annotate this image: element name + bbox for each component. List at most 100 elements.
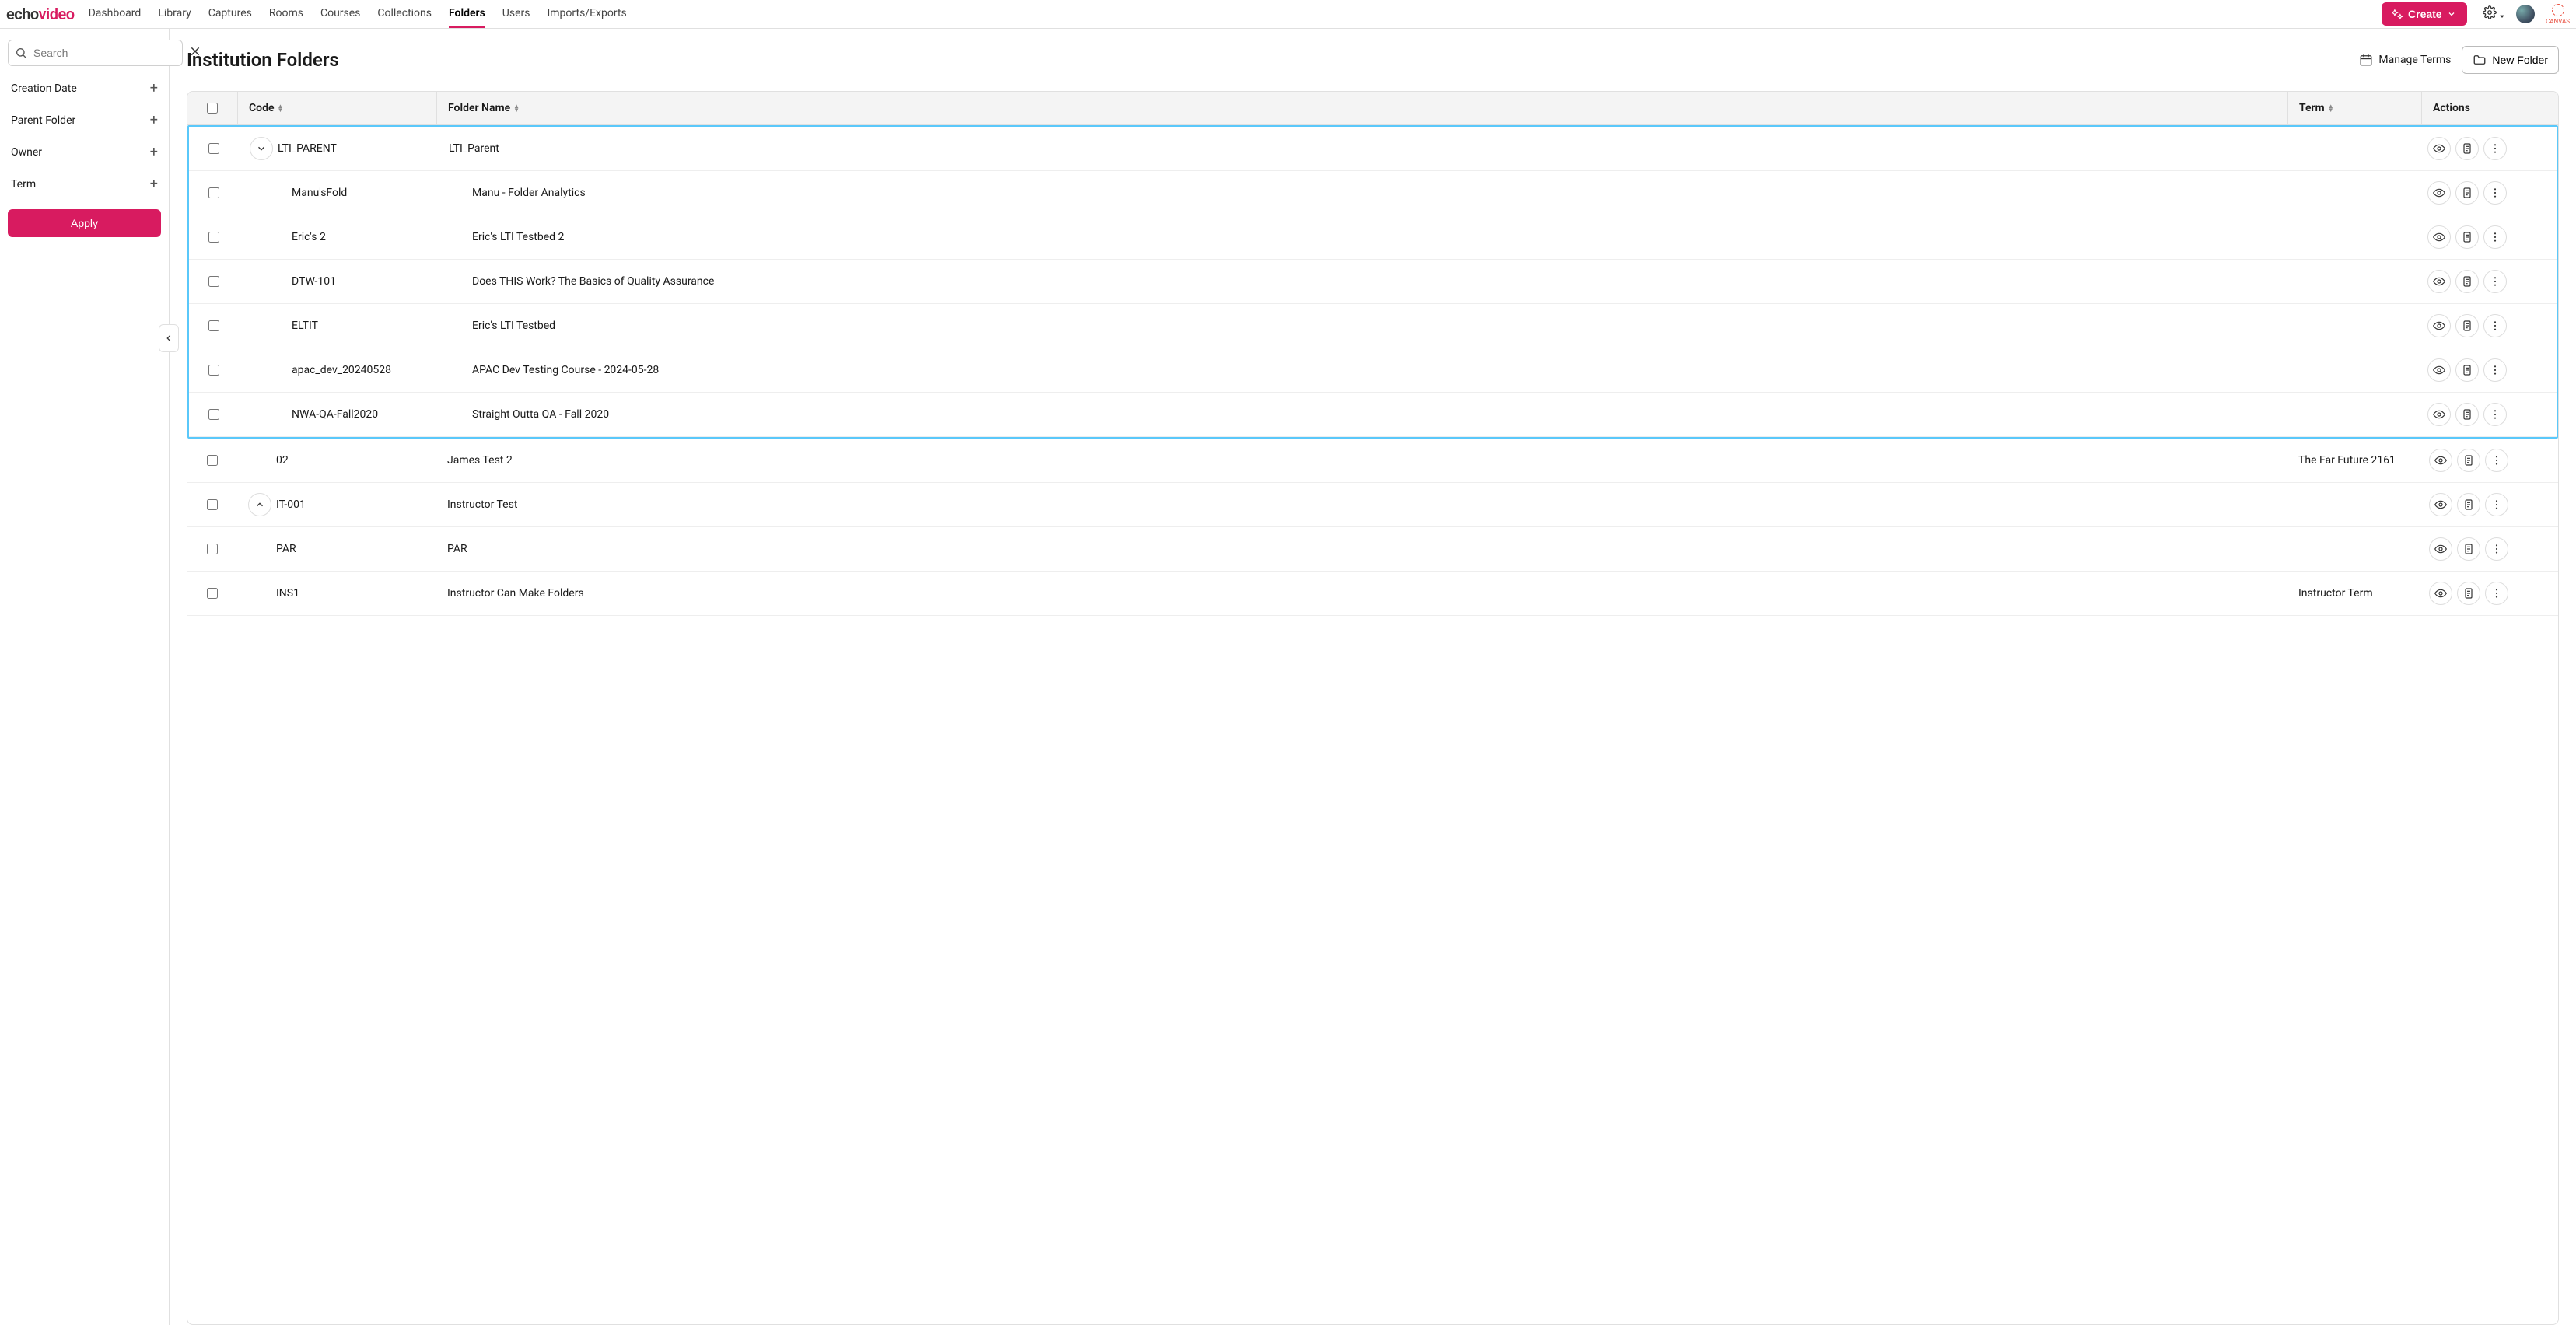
view-button[interactable] (2429, 493, 2452, 516)
row-checkbox[interactable] (207, 499, 218, 510)
code-value: PAR (276, 543, 296, 555)
apply-button[interactable]: Apply (8, 209, 161, 237)
collapse-row-button[interactable] (250, 137, 273, 160)
term-cell: Instructor Term (2287, 572, 2421, 615)
nav-item-courses[interactable]: Courses (320, 0, 360, 28)
view-button[interactable] (2427, 137, 2451, 160)
nav-item-users[interactable]: Users (502, 0, 530, 28)
canvas-lms-button[interactable]: CANVAS (2546, 4, 2570, 25)
view-button[interactable] (2427, 225, 2451, 249)
filter-parent-folder[interactable]: Parent Folder+ (8, 104, 161, 136)
avatar[interactable] (2516, 5, 2535, 23)
more-actions-button[interactable] (2483, 137, 2507, 160)
logo-part2: video (39, 5, 75, 23)
more-vertical-icon (2489, 408, 2501, 421)
row-check-cell (189, 348, 239, 392)
details-button[interactable] (2455, 403, 2479, 426)
clear-search-button[interactable] (189, 45, 201, 61)
row-checkbox[interactable] (208, 187, 219, 198)
clipboard-icon (2461, 364, 2473, 376)
filter-term[interactable]: Term+ (8, 168, 161, 200)
plus-icon: + (150, 176, 158, 192)
more-actions-button[interactable] (2485, 493, 2508, 516)
more-actions-button[interactable] (2485, 449, 2508, 472)
row-checkbox[interactable] (208, 365, 219, 376)
view-button[interactable] (2427, 403, 2451, 426)
table-body: LTI_PARENTLTI_ParentManu'sFoldManu - Fol… (187, 125, 2558, 616)
row-checkbox[interactable] (207, 588, 218, 599)
view-button[interactable] (2427, 270, 2451, 293)
nav-item-folders[interactable]: Folders (449, 0, 485, 28)
row-checkbox[interactable] (208, 276, 219, 287)
term-cell (2287, 483, 2421, 526)
view-button[interactable] (2427, 358, 2451, 382)
manage-terms-button[interactable]: Manage Terms (2359, 53, 2451, 67)
nav-item-rooms[interactable]: Rooms (269, 0, 303, 28)
row-checkbox[interactable] (207, 455, 218, 466)
row-checkbox[interactable] (208, 409, 219, 420)
filter-owner[interactable]: Owner+ (8, 136, 161, 168)
clipboard-icon (2462, 454, 2475, 467)
folder-name: Does THIS Work? The Basics of Quality As… (472, 275, 714, 288)
canvas-icon (2552, 4, 2564, 16)
expand-row-button[interactable] (248, 493, 271, 516)
row-checkbox[interactable] (208, 320, 219, 331)
details-button[interactable] (2455, 314, 2479, 337)
logo[interactable]: echovideo (6, 5, 75, 23)
nav-item-captures[interactable]: Captures (208, 0, 252, 28)
details-button[interactable] (2457, 582, 2480, 605)
more-actions-button[interactable] (2483, 225, 2507, 249)
collapse-sidebar-button[interactable] (159, 324, 179, 352)
more-actions-button[interactable] (2483, 181, 2507, 205)
filter-creation-date[interactable]: Creation Date+ (8, 72, 161, 104)
more-actions-button[interactable] (2485, 582, 2508, 605)
more-actions-button[interactable] (2485, 537, 2508, 561)
nav-item-dashboard[interactable]: Dashboard (89, 0, 142, 28)
details-button[interactable] (2455, 137, 2479, 160)
actions-cell (2420, 304, 2557, 348)
row-checkbox[interactable] (208, 232, 219, 243)
term-cell (2286, 215, 2420, 259)
main-layout: Creation Date+Parent Folder+Owner+Term+ … (0, 29, 2576, 1325)
row-checkbox[interactable] (207, 544, 218, 554)
details-button[interactable] (2455, 181, 2479, 205)
details-button[interactable] (2457, 449, 2480, 472)
name-cell: Eric's LTI Testbed 2 (438, 215, 2286, 259)
more-actions-button[interactable] (2483, 270, 2507, 293)
clipboard-icon (2461, 187, 2473, 199)
more-vertical-icon (2489, 187, 2501, 199)
table-row: 02James Test 2The Far Future 2161 (187, 439, 2558, 483)
nav-item-collections[interactable]: Collections (377, 0, 432, 28)
clipboard-icon (2461, 231, 2473, 243)
select-all-checkbox[interactable] (207, 103, 218, 114)
new-folder-button[interactable]: New Folder (2462, 46, 2559, 74)
column-header-term[interactable]: Term ▲▼ (2287, 92, 2421, 124)
details-button[interactable] (2455, 270, 2479, 293)
row-checkbox[interactable] (208, 143, 219, 154)
more-actions-button[interactable] (2483, 358, 2507, 382)
nav-item-library[interactable]: Library (158, 0, 191, 28)
table-row: INS1Instructor Can Make FoldersInstructo… (187, 572, 2558, 616)
view-button[interactable] (2429, 537, 2452, 561)
more-actions-button[interactable] (2483, 403, 2507, 426)
details-button[interactable] (2455, 225, 2479, 249)
settings-button[interactable] (2483, 5, 2505, 23)
details-button[interactable] (2457, 537, 2480, 561)
column-header-name[interactable]: Folder Name ▲▼ (436, 92, 2287, 124)
view-button[interactable] (2429, 449, 2452, 472)
column-header-actions: Actions (2421, 92, 2558, 124)
details-button[interactable] (2455, 358, 2479, 382)
calendar-icon (2359, 53, 2373, 67)
search-input[interactable] (8, 40, 183, 66)
row-check-cell (189, 260, 239, 303)
more-actions-button[interactable] (2483, 314, 2507, 337)
view-button[interactable] (2427, 314, 2451, 337)
column-header-code[interactable]: Code ▲▼ (237, 92, 436, 124)
nav-item-imports-exports[interactable]: Imports/Exports (547, 0, 626, 28)
clipboard-icon (2461, 275, 2473, 288)
view-button[interactable] (2427, 181, 2451, 205)
term-cell (2286, 127, 2420, 170)
details-button[interactable] (2457, 493, 2480, 516)
view-button[interactable] (2429, 582, 2452, 605)
create-button[interactable]: Create (2382, 2, 2467, 26)
